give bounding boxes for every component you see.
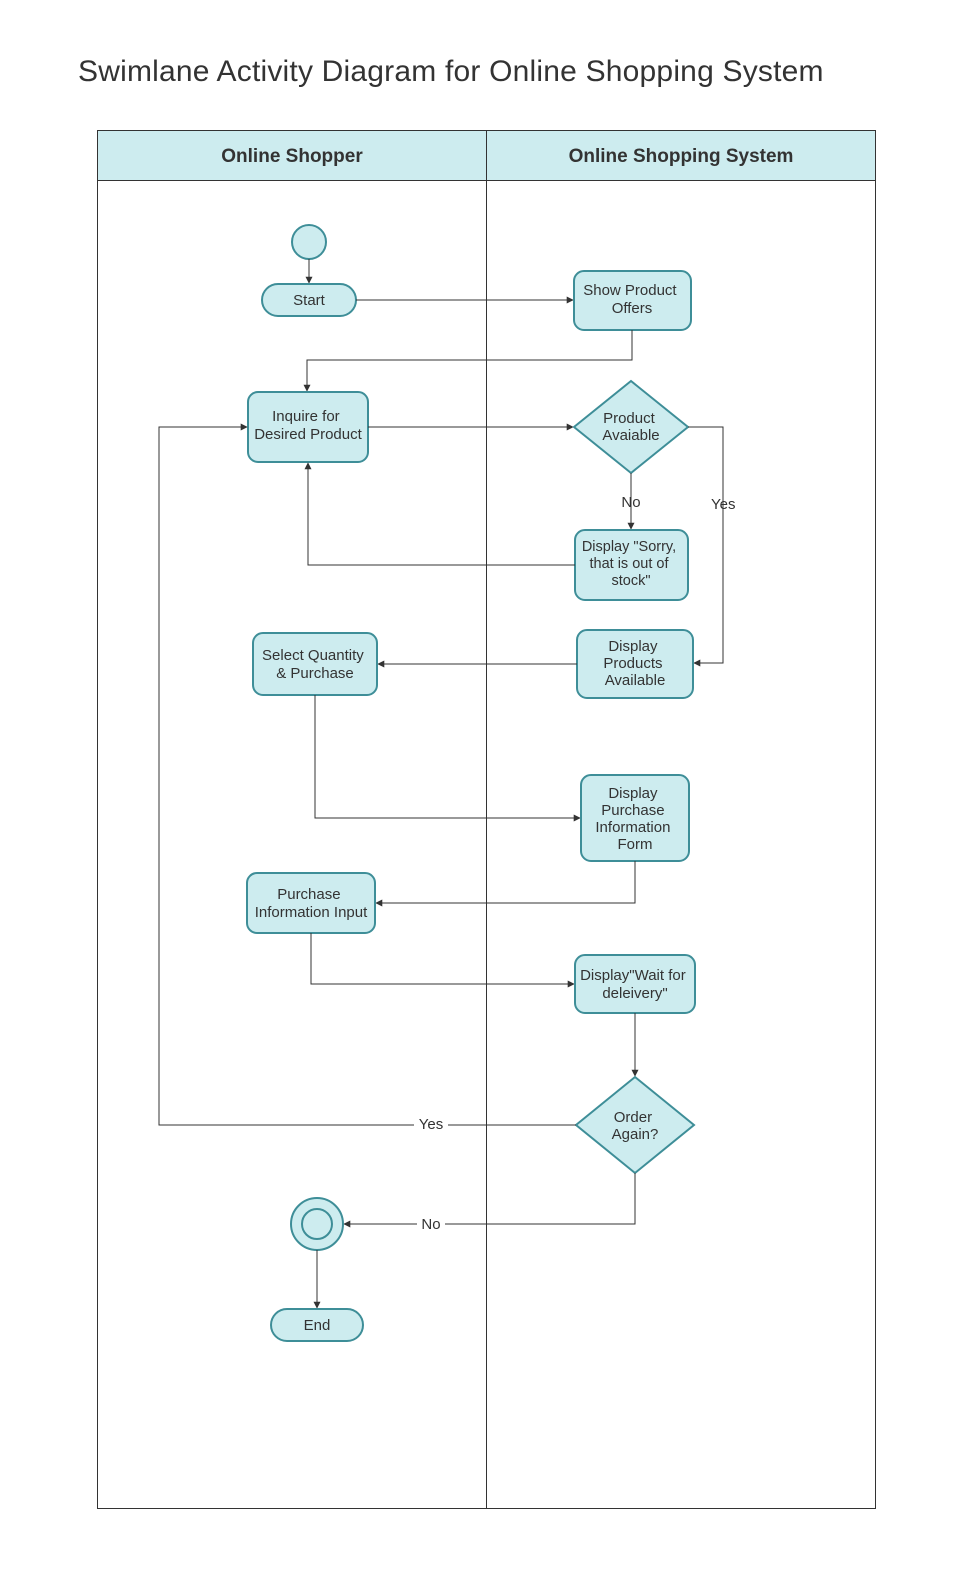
product-available-label: Product Avaiable	[602, 410, 659, 444]
initial-node-icon	[292, 225, 326, 259]
lane-right-header: Online Shopping System	[569, 146, 794, 167]
diagram-canvas: Online Shopper Online Shopping System St…	[97, 130, 887, 1510]
edge-order-no	[344, 1173, 635, 1224]
start-label: Start	[293, 292, 326, 309]
select-qty-label: Select Quantity & Purchase	[262, 647, 368, 682]
end-label: End	[304, 1317, 331, 1334]
edge-order-yes-label: Yes	[419, 1116, 443, 1133]
select-qty-node	[253, 633, 377, 695]
wait-delivery-node	[575, 955, 695, 1013]
edge-order-yes	[159, 427, 576, 1125]
edge-avail-yes-label: Yes	[711, 496, 735, 513]
lane-left-header: Online Shopper	[221, 146, 363, 167]
edge-offers-inquire	[307, 330, 632, 391]
diagram-title: Swimlane Activity Diagram for Online Sho…	[78, 55, 824, 89]
order-again-label: Order Again?	[612, 1109, 659, 1143]
edge-select-form	[315, 695, 580, 818]
edge-avail-no-label: No	[621, 494, 640, 511]
edge-oos-inquire	[308, 463, 575, 565]
edge-input-wait	[311, 933, 574, 984]
edge-order-no-label: No	[421, 1216, 440, 1233]
edge-avail-yes	[688, 427, 723, 663]
final-node-inner	[302, 1209, 332, 1239]
edge-form-input	[376, 861, 635, 903]
display-products-label: Display Products Available	[603, 638, 666, 689]
purchase-input-node	[247, 873, 375, 933]
